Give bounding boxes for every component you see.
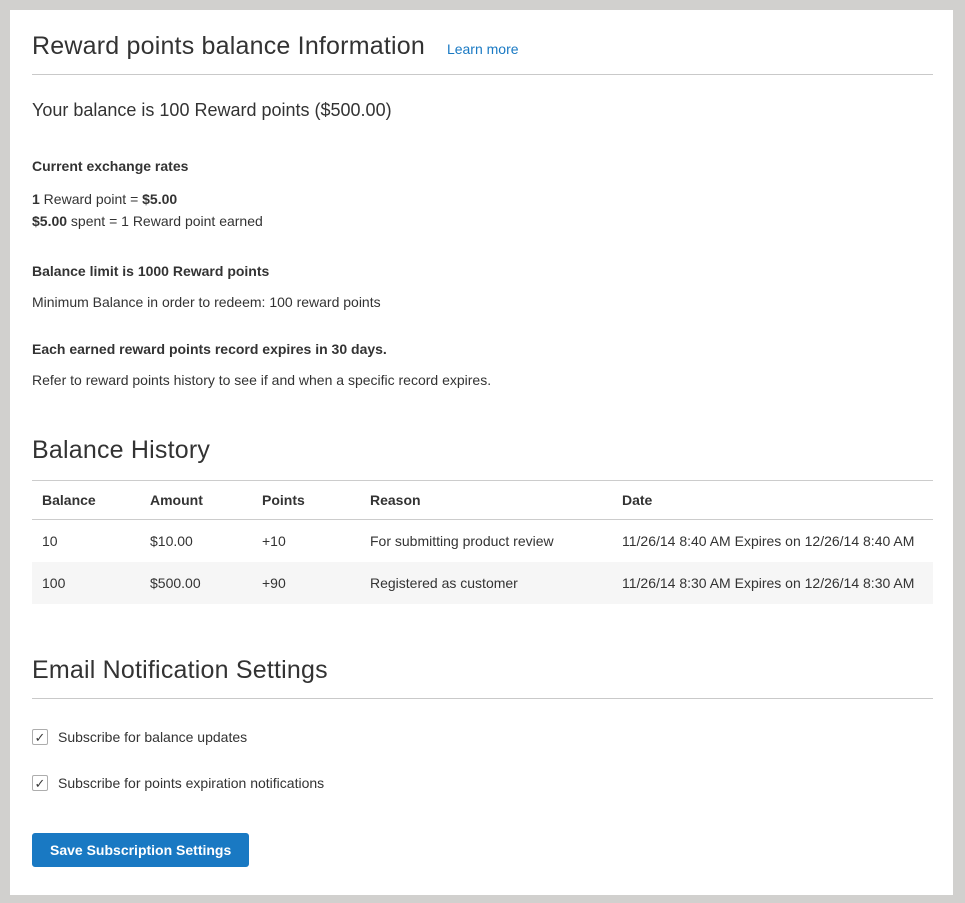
cell-reason: Registered as customer (360, 562, 612, 604)
balance-limit-heading: Balance limit is 1000 Reward points (32, 263, 933, 279)
cell-points: +10 (252, 520, 360, 563)
rate1-text: Reward point = (40, 191, 142, 207)
cell-amount: $10.00 (140, 520, 252, 563)
expiry-note: Refer to reward points history to see if… (32, 372, 933, 388)
exchange-rates: 1 Reward point = $5.00 $5.00 spent = 1 R… (32, 188, 933, 232)
minimum-balance-note: Minimum Balance in order to redeem: 100 … (32, 294, 933, 310)
reward-points-panel: Reward points balance Information Learn … (10, 10, 953, 895)
table-row: 100 $500.00 +90 Registered as customer 1… (32, 562, 933, 604)
column-header-reason: Reason (360, 481, 612, 520)
expiration-notifications-label: Subscribe for points expiration notifica… (58, 775, 324, 791)
cell-date: 11/26/14 8:40 AM Expires on 12/26/14 8:4… (612, 520, 933, 563)
table-row: 10 $10.00 +10 For submitting product rev… (32, 520, 933, 563)
email-notification-settings-title: Email Notification Settings (32, 656, 933, 699)
exchange-rate-line-2: $5.00 spent = 1 Reward point earned (32, 210, 933, 232)
learn-more-link[interactable]: Learn more (447, 41, 519, 57)
column-header-date: Date (612, 481, 933, 520)
balance-history-table: Balance Amount Points Reason Date 10 $10… (32, 480, 933, 604)
balance-summary: Your balance is 100 Reward points ($500.… (32, 100, 933, 121)
cell-balance: 10 (32, 520, 140, 563)
cell-reason: For submitting product review (360, 520, 612, 563)
rate2-text: spent = 1 Reward point earned (67, 213, 263, 229)
exchange-rate-line-1: 1 Reward point = $5.00 (32, 188, 933, 210)
page-title: Reward points balance Information (32, 32, 425, 61)
rate1-money: $5.00 (142, 191, 177, 207)
cell-amount: $500.00 (140, 562, 252, 604)
rate1-points: 1 (32, 191, 40, 207)
rate2-money: $5.00 (32, 213, 67, 229)
balance-history-title: Balance History (32, 436, 933, 465)
exchange-rates-heading: Current exchange rates (32, 158, 933, 174)
subscribe-expiration-notifications-option: Subscribe for points expiration notifica… (32, 775, 933, 791)
expiry-heading: Each earned reward points record expires… (32, 341, 933, 357)
column-header-balance: Balance (32, 481, 140, 520)
column-header-amount: Amount (140, 481, 252, 520)
table-header-row: Balance Amount Points Reason Date (32, 481, 933, 520)
expiration-notifications-checkbox[interactable] (32, 775, 48, 791)
balance-updates-checkbox[interactable] (32, 729, 48, 745)
page-header: Reward points balance Information Learn … (32, 32, 933, 75)
cell-date: 11/26/14 8:30 AM Expires on 12/26/14 8:3… (612, 562, 933, 604)
cell-balance: 100 (32, 562, 140, 604)
balance-updates-label: Subscribe for balance updates (58, 729, 247, 745)
save-subscription-settings-button[interactable]: Save Subscription Settings (32, 833, 249, 867)
subscribe-balance-updates-option: Subscribe for balance updates (32, 729, 933, 745)
cell-points: +90 (252, 562, 360, 604)
column-header-points: Points (252, 481, 360, 520)
